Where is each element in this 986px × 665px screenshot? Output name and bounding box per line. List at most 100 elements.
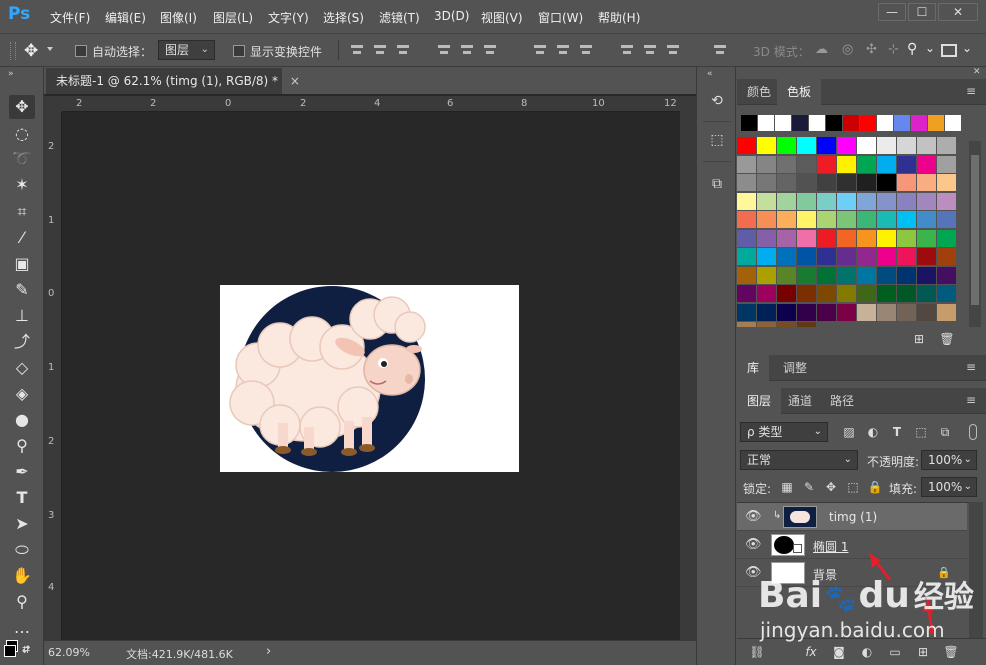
color-swatch[interactable] — [917, 137, 936, 154]
visibility-eye-icon[interactable]: 👁 — [745, 509, 762, 525]
recent-swatch[interactable] — [911, 115, 927, 131]
color-swatch[interactable] — [797, 285, 816, 302]
horizontal-ruler[interactable]: 2 2 0 2 4 6 8 10 12 — [62, 96, 680, 112]
panel-menu-icon[interactable]: ≡ — [966, 361, 978, 373]
zoom-tool-icon[interactable]: ⚲ — [9, 590, 35, 614]
color-swatch[interactable] — [797, 174, 816, 191]
ellipse-tool-icon[interactable]: ⬭ — [9, 538, 35, 562]
foreground-background-icon[interactable] — [4, 645, 16, 657]
history-panel-icon[interactable]: ⟲ — [706, 90, 728, 112]
distribute-top-icon[interactable] — [533, 43, 547, 57]
filter-pixel-icon[interactable]: ▨ — [841, 424, 857, 440]
filter-adjustment-icon[interactable]: ◐ — [865, 424, 881, 440]
properties-panel-icon[interactable]: ⧉ — [706, 173, 728, 195]
fx-icon[interactable]: fx — [803, 644, 819, 660]
color-swatch[interactable] — [837, 137, 856, 154]
color-swatch[interactable] — [937, 248, 956, 265]
color-swatch[interactable] — [877, 266, 896, 284]
color-swatch[interactable] — [737, 192, 756, 210]
color-swatch[interactable] — [797, 211, 816, 228]
document-tab[interactable]: 未标题-1 @ 62.1% (timg (1), RGB/8) * × — [46, 68, 300, 94]
color-swatch[interactable] — [737, 229, 756, 247]
color-swatch[interactable] — [897, 174, 916, 191]
color-swatch[interactable] — [857, 285, 876, 302]
scrollbar-thumb[interactable] — [971, 155, 979, 305]
path-selection-tool-icon[interactable]: ➤ — [9, 512, 35, 536]
lock-pixels-icon[interactable]: ✎ — [801, 479, 817, 495]
color-swatch[interactable] — [917, 229, 936, 247]
recent-swatch[interactable] — [860, 115, 876, 131]
recent-swatch[interactable] — [945, 115, 961, 131]
color-swatch[interactable] — [877, 248, 896, 265]
color-swatch[interactable] — [837, 303, 856, 321]
color-swatch[interactable] — [797, 266, 816, 284]
color-swatch[interactable] — [837, 174, 856, 191]
color-swatch[interactable] — [897, 211, 916, 228]
pen-tool-icon[interactable]: ✒ — [9, 460, 35, 484]
color-swatch[interactable] — [737, 322, 756, 327]
color-swatch[interactable] — [777, 174, 796, 191]
default-colors-icon[interactable]: ⇵ — [22, 645, 30, 656]
recent-swatch[interactable] — [826, 115, 842, 131]
menu-select[interactable]: 选择(S) — [323, 9, 364, 26]
align-right-icon[interactable] — [483, 43, 497, 57]
color-swatch[interactable] — [757, 266, 776, 284]
color-swatch[interactable] — [917, 155, 936, 173]
eraser-tool-icon[interactable]: ◇ — [9, 356, 35, 380]
color-swatch[interactable] — [817, 229, 836, 247]
auto-select-checkbox[interactable] — [75, 45, 87, 57]
vertical-ruler[interactable]: 2 1 0 1 2 3 4 — [44, 112, 62, 640]
menu-image[interactable]: 图像(I) — [160, 9, 197, 26]
crop-tool-icon[interactable]: ⌗ — [9, 200, 35, 224]
color-swatch[interactable] — [917, 174, 936, 191]
menu-3d[interactable]: 3D(D) — [434, 9, 469, 23]
color-swatch[interactable] — [797, 229, 816, 247]
move-tool-icon[interactable]: ✥ — [24, 41, 44, 61]
align-top-icon[interactable] — [350, 43, 364, 57]
slide-3d-icon[interactable]: ⊹ — [888, 42, 906, 58]
color-swatch[interactable] — [837, 211, 856, 228]
eyedropper-tool-icon[interactable]: ⁄ — [9, 226, 35, 250]
distribute-left-icon[interactable] — [620, 43, 634, 57]
blur-tool-icon[interactable]: ● — [9, 408, 35, 432]
color-swatch[interactable] — [897, 192, 916, 210]
show-transform-checkbox[interactable] — [233, 45, 245, 57]
lock-position-icon[interactable]: ✥ — [823, 479, 839, 495]
blend-mode-dropdown[interactable]: 正常 ⌄ — [740, 450, 858, 470]
minimize-button[interactable]: — — [878, 3, 906, 21]
filter-type-icon[interactable]: T — [889, 424, 905, 440]
history-brush-tool-icon[interactable]: ⤴ — [9, 330, 35, 354]
color-swatch[interactable] — [797, 303, 816, 321]
align-vcenter-icon[interactable] — [373, 43, 387, 57]
color-swatch[interactable] — [937, 192, 956, 210]
color-swatch[interactable] — [877, 192, 896, 210]
menu-help[interactable]: 帮助(H) — [598, 9, 640, 26]
color-swatch[interactable] — [797, 322, 816, 327]
color-swatch[interactable] — [877, 155, 896, 173]
group-icon[interactable]: ▭ — [887, 644, 903, 660]
color-swatch[interactable] — [937, 229, 956, 247]
3d-panel-icon[interactable]: ⬚ — [706, 129, 728, 151]
distribute-hcenter-icon[interactable] — [643, 43, 657, 57]
color-swatch[interactable] — [737, 155, 756, 173]
color-swatch[interactable] — [817, 137, 836, 154]
move-tool-icon[interactable]: ✥ — [9, 95, 35, 119]
ruler-corner[interactable] — [44, 96, 62, 112]
new-layer-icon[interactable]: ⊞ — [915, 644, 931, 660]
color-swatch[interactable] — [737, 248, 756, 265]
layer-thumbnail[interactable] — [783, 506, 817, 528]
collapse-arrows-icon[interactable]: « — [707, 69, 713, 79]
tab-color[interactable]: 颜色 — [737, 79, 781, 105]
recent-swatch[interactable] — [843, 115, 859, 131]
layer-row[interactable]: 👁 ↳ timg (1) — [737, 503, 967, 531]
lock-artboard-icon[interactable]: ⬚ — [845, 479, 861, 495]
document-canvas[interactable] — [220, 285, 519, 472]
color-swatch[interactable] — [897, 266, 916, 284]
color-swatch[interactable] — [737, 137, 756, 154]
color-swatch[interactable] — [797, 192, 816, 210]
align-bottom-icon[interactable] — [396, 43, 410, 57]
tab-layers[interactable]: 图层 — [737, 388, 782, 414]
color-swatch[interactable] — [857, 303, 876, 321]
status-menu-arrow-icon[interactable]: › — [266, 644, 271, 659]
color-swatch[interactable] — [837, 155, 856, 173]
